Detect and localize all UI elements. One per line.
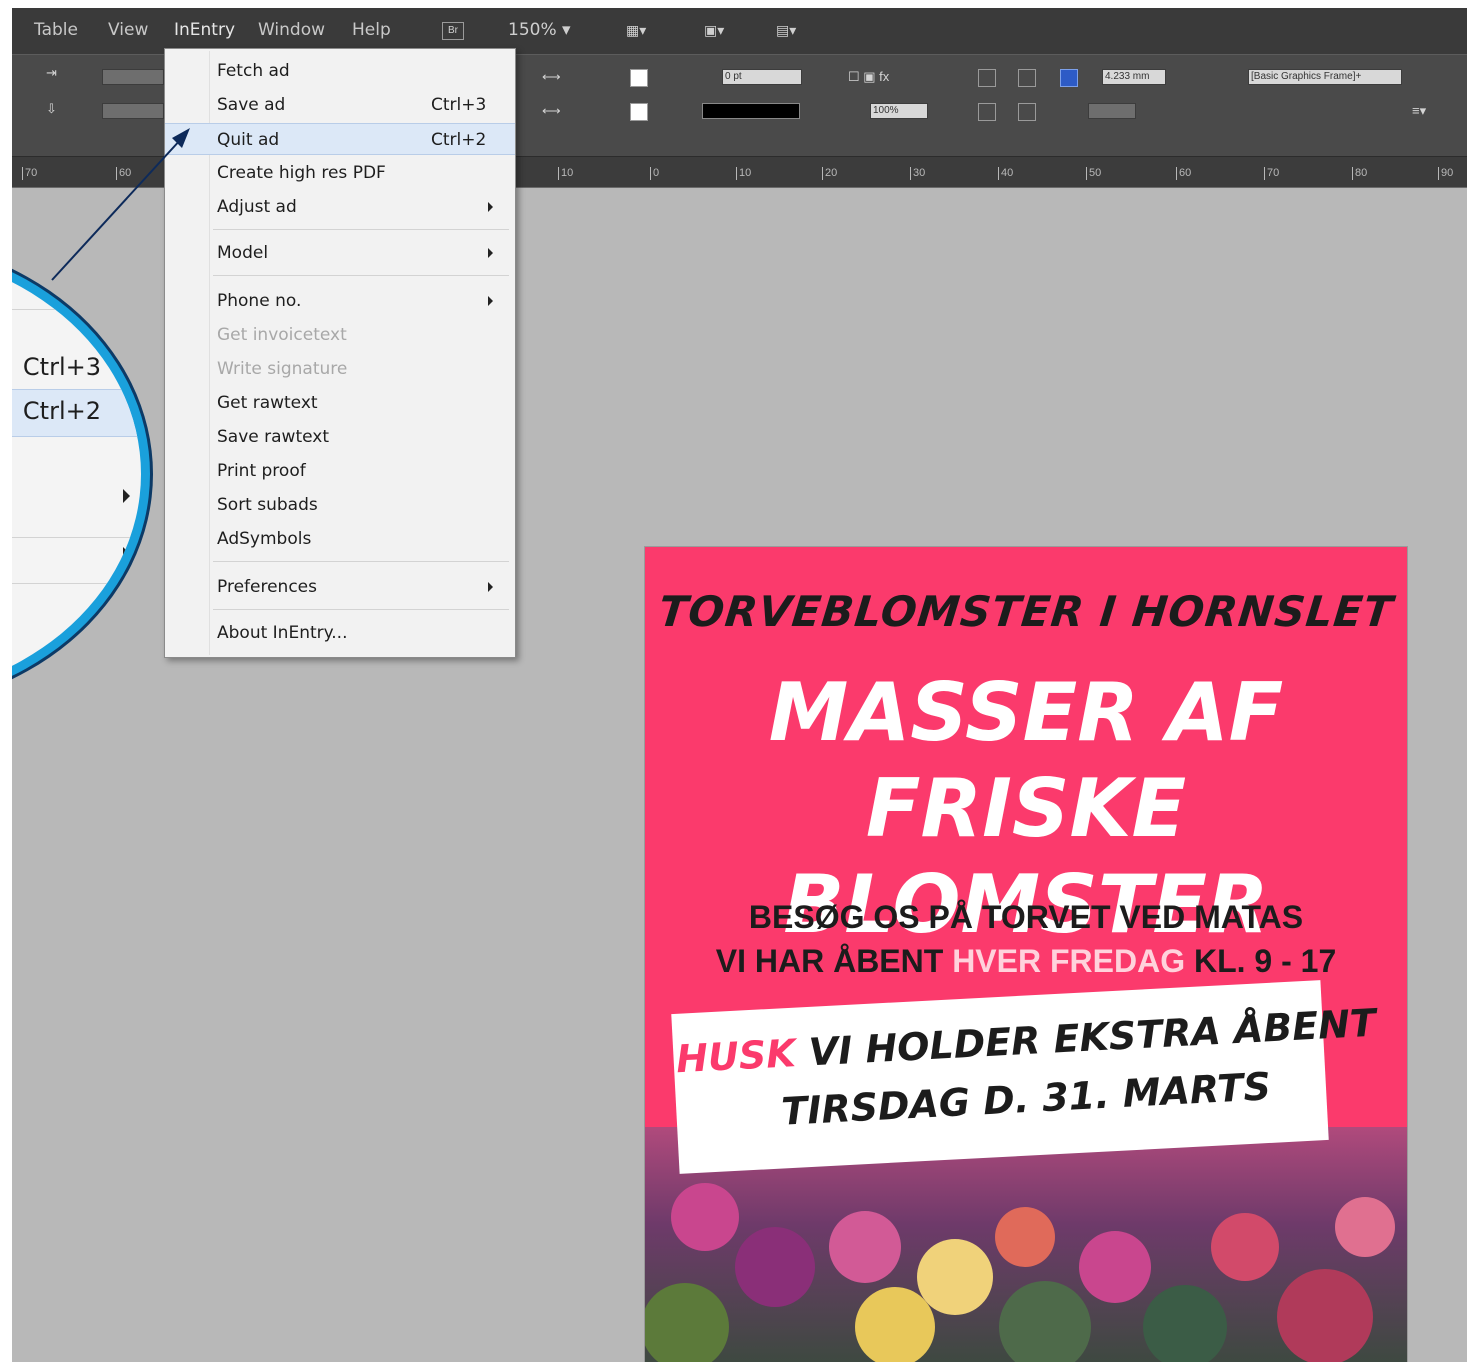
callout-arrow (51, 128, 190, 281)
indesign-window: Table View InEntry Window Help Br 150% ▾… (12, 8, 1467, 1362)
